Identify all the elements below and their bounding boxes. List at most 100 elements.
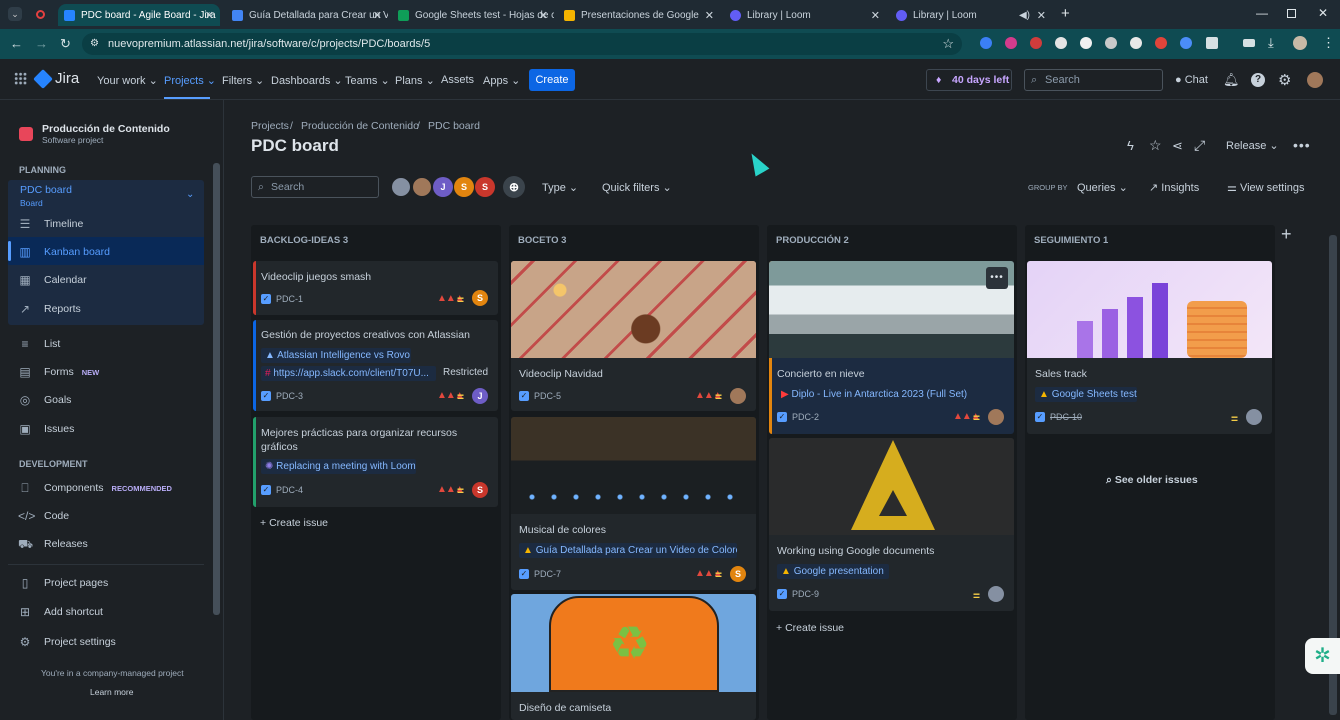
product-name[interactable]: Jira [55,70,79,87]
issue-card-pdc-1[interactable]: Videoclip juegos smash ✓ PDC-1 ▲▲▲ = S [253,261,498,315]
close-tab-icon[interactable]: ✕ [1037,9,1046,22]
chevron-down-icon[interactable]: ⌄ [186,189,194,200]
sidebar-item-forms[interactable]: ▤ Forms NEW [18,365,99,379]
learn-more-link[interactable]: Learn more [90,687,133,697]
help-icon[interactable]: ? [1251,73,1265,87]
guia-link[interactable]: ▲ Guía Detallada para Crear un Video de … [519,543,737,558]
assignee-avatar[interactable]: S [472,482,488,498]
extension-icon-8[interactable] [1155,37,1167,49]
youtube-link[interactable]: ▶ Diplo - Live in Antarctica 2023 (Full … [777,387,967,402]
issue-card-pdc-5[interactable]: Videoclip Navidad ✓ PDC-5 ▲▲▲ = [511,261,756,411]
extension-icon-7[interactable] [1130,37,1142,49]
sidebar-item-project-settings[interactable]: ⚙ Project settings [18,635,116,649]
sidebar-item-timeline[interactable]: ☰ Timeline [18,217,84,231]
sidebar-item-reports[interactable]: ↗ Reports [18,302,81,316]
url-field[interactable]: ⚙ nuevopremium.atlassian.net/jira/softwa… [82,33,962,55]
issue-card-pdc-2[interactable]: ••• Concierto en nieve ▶ Diplo - Live in… [769,261,1014,434]
bookmark-star-icon[interactable]: ☆ [942,33,954,55]
assignee-avatar[interactable]: J [472,388,488,404]
star-icon[interactable]: ☆ [1149,137,1162,154]
google-presentation-link[interactable]: ▲ Google presentation [777,564,889,579]
loom-link[interactable]: ✺ Replacing a meeting with Loom [261,459,416,474]
extension-icon-1[interactable] [980,37,992,49]
tab-search-icon[interactable]: ⌄ [8,7,22,21]
nav-assets[interactable]: Assets [441,74,474,86]
tab-jira[interactable]: PDC board - Agile Board - Jira ✕ [58,4,220,26]
see-older-issues-button[interactable]: ⌕ See older issues [1106,474,1198,487]
card-more-icon[interactable]: ••• [986,267,1008,289]
breadcrumb-projects[interactable]: Projects [251,120,289,132]
unassigned-avatar[interactable] [1246,409,1262,425]
type-filter-button[interactable]: Type ⌄ [542,181,578,194]
google-sheets-link[interactable]: ▲ Google Sheets test [1035,387,1137,402]
avatar[interactable]: S [475,177,495,197]
create-issue-button[interactable]: + Create issue [260,517,328,529]
global-search-input[interactable]: ⌕ Search [1024,69,1163,91]
sidebar-item-goals[interactable]: ◎ Goals [18,393,72,407]
back-icon[interactable]: ← [10,36,23,51]
issue-card-pdc-10[interactable]: Sales track ▲ Google Sheets test ✓ PDC-10… [1027,261,1272,434]
breadcrumb-project[interactable]: Producción de Contenido [301,120,419,132]
sidebar-item-add-shortcut[interactable]: ⊞ Add shortcut [18,605,103,619]
board-search-input[interactable]: ⌕ Search [251,176,379,198]
create-issue-button[interactable]: + Create issue [776,622,844,634]
reload-icon[interactable]: ↻ [60,36,71,52]
nav-projects[interactable]: Projects ⌄ [164,74,216,87]
sidebar-item-list[interactable]: ≡ List [18,337,60,351]
tab-loom-2[interactable]: Library | Loom ◀) ✕ [890,4,1052,26]
site-info-icon[interactable]: ⚙ [90,33,99,55]
fullscreen-icon[interactable]: ⤢ [1194,137,1205,154]
more-options-icon[interactable]: ••• [1293,137,1311,153]
close-tab-icon[interactable]: ✕ [373,9,382,22]
avatar[interactable] [412,177,432,197]
share-icon[interactable]: ⋖ [1172,138,1183,154]
release-button[interactable]: Release ⌄ [1226,139,1279,152]
nav-dashboards[interactable]: Dashboards ⌄ [271,74,343,87]
board-switcher[interactable]: PDC board Board [20,184,72,208]
extension-icon-3[interactable] [1030,37,1042,49]
sidebar-scrollbar[interactable] [213,163,220,615]
new-tab-icon[interactable]: + [1061,5,1070,22]
add-column-icon[interactable]: + [1281,224,1292,245]
tab-slides[interactable]: Presentaciones de Google ✕ [558,4,720,26]
browser-menu-icon[interactable]: ⋮ [1322,35,1335,51]
settings-gear-icon[interactable]: ⚙ [1278,71,1291,89]
assignee-avatar[interactable] [988,409,1004,425]
assignee-avatar[interactable]: S [730,566,746,582]
issue-card-pdc-3[interactable]: Gestión de proyectos creativos con Atlas… [253,320,498,411]
profile-avatar-icon[interactable] [1293,36,1307,50]
close-tab-icon[interactable]: ✕ [871,9,880,22]
avatar[interactable]: J [433,177,453,197]
group-by-select[interactable]: Queries ⌄ [1077,181,1128,194]
tab-sheets[interactable]: Google Sheets test - Hojas de c ✕ [392,4,554,26]
project-avatar-icon[interactable] [19,127,33,141]
app-switcher-icon[interactable] [14,72,27,85]
audio-icon[interactable]: ◀) [1019,10,1030,21]
media-controls-icon[interactable] [1243,39,1255,47]
atlassian-link[interactable]: ▲ Atlassian Intelligence vs Rovo [261,348,411,363]
sidebar-item-issues[interactable]: ▣ Issues [18,422,74,436]
extension-icon-2[interactable] [1005,37,1017,49]
forward-icon[interactable]: → [35,36,48,51]
assistant-fab[interactable]: ✲ [1305,638,1340,674]
sidebar-item-code[interactable]: </> Code [18,509,69,523]
close-tab-icon[interactable]: ✕ [205,9,214,22]
jira-logo-icon[interactable] [33,69,53,89]
project-name[interactable]: Producción de Contenido [42,123,170,135]
close-tab-icon[interactable]: ✕ [539,9,548,22]
minimize-icon[interactable]: — [1256,6,1268,20]
issue-card-pdc-9[interactable]: Working using Google documents ▲ Google … [769,438,1014,611]
add-people-icon[interactable]: ⊕ [503,176,525,198]
breadcrumb-board[interactable]: PDC board [428,120,480,132]
automation-bolt-icon[interactable]: ϟ [1127,138,1134,153]
nav-apps[interactable]: Apps ⌄ [483,74,520,87]
close-window-icon[interactable]: ✕ [1318,6,1328,20]
close-tab-icon[interactable]: ✕ [705,9,714,22]
sidebar-item-components[interactable]: ⎕ Components RECOMMENDED [18,481,172,495]
sidebar-item-releases[interactable]: ⛟ Releases [18,537,88,551]
nav-plans[interactable]: Plans ⌄ [395,74,435,87]
sidebar-item-project-pages[interactable]: ▯ Project pages [18,576,109,590]
extension-icon-5[interactable] [1080,37,1092,49]
tab-loom-1[interactable]: Library | Loom ✕ [724,4,886,26]
extension-icon-4[interactable] [1055,37,1067,49]
